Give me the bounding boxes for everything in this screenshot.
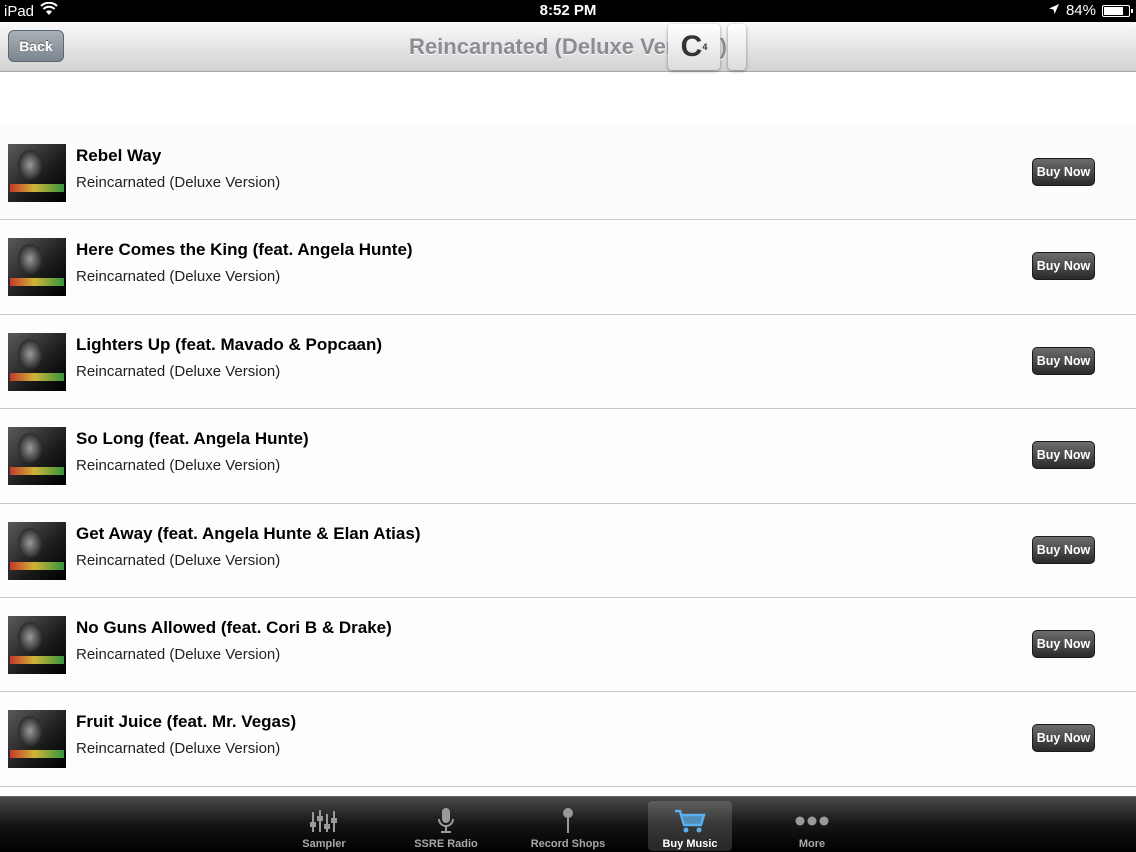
tab-bar: Sampler SSRE Radio Record Shops Buy Music Mo…: [0, 796, 1136, 852]
album-art-thumbnail: [8, 238, 66, 297]
status-bar: iPad 8:52 PM 84%: [0, 0, 1136, 22]
microphone-icon: [436, 807, 456, 835]
track-row[interactable]: No Guns Allowed (feat. Cori B & Drake) Re…: [0, 597, 1136, 693]
battery-icon: [1102, 4, 1133, 17]
buy-now-button[interactable]: Buy Now: [1032, 629, 1095, 658]
overlay-superscript: 4: [702, 42, 708, 52]
tab-record-shops[interactable]: Record Shops: [526, 801, 610, 851]
track-album: Reincarnated (Deluxe Version): [76, 174, 281, 191]
battery-percent: 84%: [1065, 2, 1096, 19]
track-row[interactable]: Get Away (feat. Angela Hunte & Elan Atia…: [0, 503, 1136, 598]
tab-label: Sampler: [302, 838, 346, 850]
track-album: Reincarnated (Deluxe Version): [76, 740, 281, 758]
map-pin-icon: [560, 807, 576, 835]
track-title: Lighters Up (feat. Mavado & Popcaan): [76, 334, 383, 354]
tab-buy-music[interactable]: Buy Music: [648, 801, 732, 851]
overlay-letter: C: [680, 30, 703, 63]
more-icon: [795, 807, 829, 835]
tab-label: Record Shops: [530, 838, 606, 850]
overlay-key-tile-partial: [728, 24, 746, 70]
album-art-thumbnail: [8, 427, 66, 486]
track-row[interactable]: Lighters Up (feat. Mavado & Popcaan) Rein…: [0, 314, 1136, 410]
cart-icon: [674, 807, 706, 835]
tab-label: More: [798, 838, 826, 850]
tab-label: Buy Music: [662, 838, 718, 850]
status-time: 8:52 PM: [539, 2, 597, 19]
location-arrow-icon: [1048, 2, 1060, 19]
album-art-thumbnail: [8, 615, 66, 674]
track-title: So Long (feat. Angela Hunte): [76, 429, 309, 449]
buy-now-button[interactable]: Buy Now: [1032, 535, 1095, 564]
track-row[interactable]: Rebel Way Reincarnated (Deluxe Version) Bu…: [0, 126, 1136, 221]
buy-now-button[interactable]: Buy Now: [1032, 252, 1095, 281]
album-art-thumbnail: [8, 144, 66, 202]
buy-now-button[interactable]: Buy Now: [1032, 441, 1095, 470]
track-title: Here Comes the King (feat. Angela Hunte): [76, 240, 413, 260]
mixer-icon: [309, 807, 339, 835]
track-album: Reincarnated (Deluxe Version): [76, 362, 281, 380]
tab-more[interactable]: More: [770, 801, 854, 851]
track-album: Reincarnated (Deluxe Version): [76, 457, 281, 475]
track-list: Rebel Way Reincarnated (Deluxe Version) Bu…: [0, 126, 1136, 787]
buy-now-button[interactable]: Buy Now: [1032, 158, 1095, 186]
track-album: Reincarnated (Deluxe Version): [76, 645, 281, 663]
page-title: Reincarnated (Deluxe Version): [409, 34, 727, 59]
tab-sampler[interactable]: Sampler: [282, 801, 366, 851]
tab-label: SSRE Radio: [414, 838, 478, 850]
album-art-thumbnail: [8, 710, 66, 769]
album-art-thumbnail: [8, 521, 66, 580]
buy-now-button[interactable]: Buy Now: [1032, 724, 1095, 753]
track-row[interactable]: Fruit Juice (feat. Mr. Vegas) Reincarnate…: [0, 692, 1136, 787]
track-album: Reincarnated (Deluxe Version): [76, 551, 281, 569]
track-title: No Guns Allowed (feat. Cori B & Drake): [76, 617, 392, 637]
track-row[interactable]: Here Comes the King (feat. Angela Hunte)…: [0, 220, 1136, 315]
navigation-bar: Back Reincarnated (Deluxe Version) C4: [0, 22, 1136, 72]
track-title: Fruit Juice (feat. Mr. Vegas): [76, 712, 297, 732]
track-album: Reincarnated (Deluxe Version): [76, 268, 281, 286]
track-row[interactable]: So Long (feat. Angela Hunte) Reincarnated…: [0, 409, 1136, 504]
buy-now-button[interactable]: Buy Now: [1032, 346, 1095, 375]
overlay-key-tile: C4: [668, 24, 720, 70]
track-title: Get Away (feat. Angela Hunte & Elan Atia…: [76, 523, 421, 543]
track-title: Rebel Way: [76, 146, 162, 165]
tab-ssre-radio[interactable]: SSRE Radio: [404, 801, 488, 851]
battery-level: [1104, 6, 1124, 15]
album-art-thumbnail: [8, 332, 66, 391]
